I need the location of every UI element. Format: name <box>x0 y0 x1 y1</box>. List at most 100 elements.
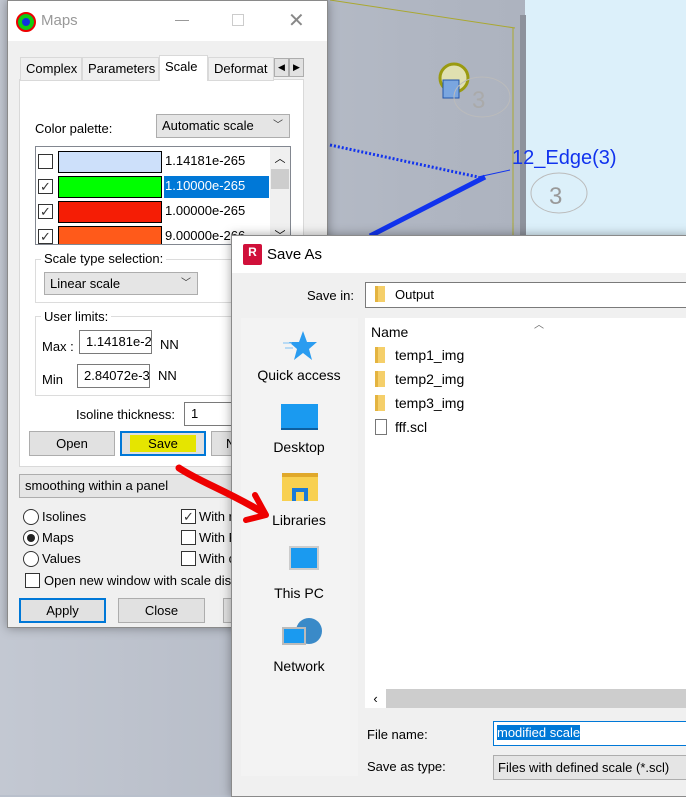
radio-isolines[interactable] <box>23 509 39 525</box>
option-checkbox[interactable]: ✓ <box>181 509 196 524</box>
save-in-value: Output <box>395 287 435 302</box>
file-list-item[interactable]: temp2_img <box>375 371 464 387</box>
palette-value[interactable]: 1.00000e-265 <box>164 201 269 223</box>
radio-values[interactable] <box>23 551 39 567</box>
scroll-up-icon[interactable]: ︿ <box>270 150 290 166</box>
color-palette-select[interactable]: Automatic scale ﹀ <box>156 114 290 138</box>
desktop-icon <box>281 404 318 430</box>
edge-label: 12_Edge(3) <box>512 147 617 169</box>
palette-row[interactable]: ✓ 1.10000e-265 <box>36 174 269 199</box>
palette-value[interactable]: 1.10000e-265 <box>164 176 269 198</box>
min-input[interactable]: 2.84072e-3 <box>77 364 150 388</box>
maps-titlebar: Maps ✕ <box>8 1 327 41</box>
file-icon <box>375 419 387 435</box>
palette-swatch[interactable] <box>58 226 162 244</box>
file-name: temp3_img <box>395 395 465 411</box>
palette-swatch[interactable] <box>58 201 162 223</box>
nav-desktop[interactable]: Desktop <box>241 439 357 455</box>
name-column-header[interactable]: Name <box>371 324 408 340</box>
option-checkbox[interactable] <box>181 551 196 566</box>
save-as-dialog: R Save As Save in: Output Quick access D… <box>231 235 686 797</box>
folder-icon <box>375 395 385 411</box>
user-limits-label: User limits: <box>41 309 112 324</box>
file-list-item[interactable]: temp3_img <box>375 395 464 411</box>
palette-list[interactable]: 1.14181e-265 ✓ 1.10000e-265 ✓ 1.00000e-265… <box>35 146 291 245</box>
tab-scroll-left-icon[interactable]: ◀ <box>274 58 289 77</box>
nav-network[interactable]: Network <box>241 658 357 674</box>
nav-libraries[interactable]: Libraries <box>241 512 357 528</box>
tab-complex[interactable]: Complex <box>20 57 82 81</box>
nav-this-pc[interactable]: This PC <box>241 585 357 601</box>
close-button[interactable]: Close <box>118 598 205 623</box>
smoothing-select[interactable]: smoothing within a panel <box>19 474 249 498</box>
palette-row[interactable]: ✓ 1.00000e-265 <box>36 199 268 224</box>
scale-type-select[interactable]: Linear scale ﹀ <box>44 272 198 295</box>
option-checkbox[interactable] <box>181 530 196 545</box>
network-monitor-icon <box>282 627 306 645</box>
palette-scrollbar[interactable]: ︿ ﹀ <box>270 147 290 244</box>
maximize-icon[interactable] <box>232 14 244 26</box>
file-name: temp1_img <box>395 347 465 363</box>
option-label: With c <box>199 551 236 566</box>
scale-type-label: Scale type selection: <box>41 251 167 266</box>
palette-swatch[interactable] <box>58 176 162 198</box>
palette-value[interactable]: 1.14181e-265 <box>164 151 269 173</box>
option-label: With r <box>199 509 233 524</box>
revit-app-icon: R <box>243 244 262 265</box>
this-pc-icon <box>289 546 319 570</box>
nav-quick-access[interactable]: Quick access <box>241 367 357 383</box>
file-list-item[interactable]: fff.scl <box>375 419 427 435</box>
file-name-input[interactable]: modified scale <box>493 721 686 746</box>
tab-scroll-right-icon[interactable]: ▶ <box>289 58 304 77</box>
open-new-window-checkbox[interactable] <box>25 573 40 588</box>
file-name: fff.scl <box>395 419 428 435</box>
palette-swatch[interactable] <box>58 151 162 173</box>
tab-scale[interactable]: Scale <box>159 55 208 81</box>
minimize-icon[interactable] <box>175 20 189 21</box>
folder-icon <box>375 286 385 302</box>
tab-deformat[interactable]: Deformat <box>208 57 274 81</box>
save-in-select[interactable]: Output <box>365 282 686 308</box>
file-list[interactable]: ︿ Name temp1_img temp2_img temp3_img fff.sc… <box>365 318 686 689</box>
file-name-label: File name: <box>367 727 428 742</box>
chevron-down-icon: ﹀ <box>181 278 191 289</box>
close-icon[interactable]: ✕ <box>288 8 305 33</box>
file-name: temp2_img <box>395 371 465 387</box>
min-label: Min <box>42 372 63 387</box>
saveas-titlebar: R Save As <box>232 236 686 273</box>
scroll-left-icon[interactable]: ‹ <box>365 689 386 708</box>
max-unit: NN <box>160 337 179 352</box>
color-palette-label: Color palette: <box>35 121 113 136</box>
dialog-title: Save As <box>267 246 323 263</box>
palette-checkbox[interactable] <box>38 154 53 169</box>
quick-access-star-icon <box>283 331 317 360</box>
palette-checkbox[interactable]: ✓ <box>38 229 53 244</box>
palette-checkbox[interactable]: ✓ <box>38 179 53 194</box>
radio-label: Isolines <box>42 509 87 524</box>
chevron-down-icon: ﹀ <box>273 120 283 131</box>
palette-row[interactable]: 1.14181e-265 <box>36 149 268 174</box>
radio-label: Maps <box>42 530 74 545</box>
scroll-thumb[interactable] <box>271 169 289 189</box>
min-unit: NN <box>158 368 177 383</box>
dialog-title: Maps <box>41 12 78 29</box>
apply-button[interactable]: Apply <box>19 598 106 623</box>
palette-checkbox[interactable]: ✓ <box>38 204 53 219</box>
file-name-value: modified scale <box>497 725 581 740</box>
color-palette-value: Automatic scale <box>162 118 254 133</box>
horizontal-scrollbar[interactable]: ‹ <box>365 689 686 708</box>
open-button[interactable]: Open <box>29 431 115 456</box>
max-input[interactable]: 1.14181e-2 <box>79 330 152 354</box>
radio-label: Values <box>42 551 81 566</box>
open-new-window-label: Open new window with scale disp <box>44 573 239 588</box>
places-bar: Quick access Desktop Libraries This PC N… <box>241 318 358 776</box>
save-type-select[interactable]: Files with defined scale (*.scl) <box>493 755 686 780</box>
tab-parameters[interactable]: Parameters <box>82 57 159 81</box>
isoline-thickness-label: Isoline thickness: <box>76 407 175 422</box>
app-globe-icon <box>16 12 36 32</box>
max-label: Max : <box>42 339 74 354</box>
radio-maps[interactable] <box>23 530 39 546</box>
folder-icon <box>375 371 385 387</box>
file-list-item[interactable]: temp1_img <box>375 347 464 363</box>
save-button[interactable]: Save <box>120 431 206 456</box>
